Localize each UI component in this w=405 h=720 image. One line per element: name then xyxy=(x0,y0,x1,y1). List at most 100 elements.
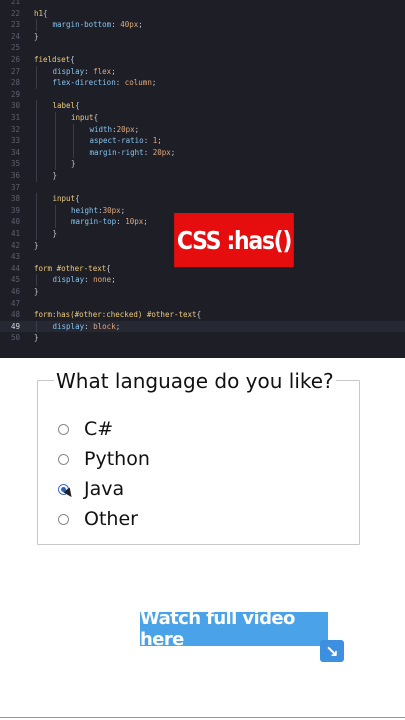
code-line: 49 display: block; xyxy=(0,320,405,333)
code-line: 23 margin-bottom: 40px; xyxy=(0,19,405,31)
line-number: 28 xyxy=(10,78,20,88)
code-token: ; xyxy=(111,275,116,285)
code-token: display xyxy=(52,275,85,285)
code-token: : xyxy=(115,78,125,88)
code-line: 26 fieldset{ xyxy=(0,54,405,66)
code-token: aspect-ratio xyxy=(89,136,144,146)
line-number: 23 xyxy=(10,20,20,30)
code-token: : xyxy=(143,136,153,146)
arrow-down-right-icon: ↘ xyxy=(320,640,344,662)
code-token: } xyxy=(52,171,58,180)
code-token: } xyxy=(34,333,39,343)
code-token: height xyxy=(71,205,99,215)
code-token: 20px xyxy=(152,147,171,157)
radio-button[interactable] xyxy=(58,483,75,499)
code-token: none xyxy=(93,275,112,285)
code-token: 10px xyxy=(125,217,144,227)
line-number: 47 xyxy=(10,298,20,308)
code-line: 47 xyxy=(0,298,405,310)
option-other[interactable]: Other xyxy=(58,507,138,531)
code-token: input xyxy=(52,194,76,204)
code-text: } xyxy=(53,228,58,240)
mouse-cursor-icon xyxy=(63,487,75,499)
code-text: margin-top: 10px; xyxy=(71,216,148,228)
line-number: 40 xyxy=(10,217,20,227)
code-line: 37 xyxy=(0,182,405,194)
code-text: margin-bottom: 40px; xyxy=(53,19,143,31)
code-text: fieldset{ xyxy=(34,54,75,66)
line-number: 45 xyxy=(10,275,20,285)
code-token: 30px xyxy=(102,205,121,215)
code-token: { xyxy=(196,310,202,320)
code-line: 36} xyxy=(0,170,405,182)
code-token: : xyxy=(84,275,94,285)
code-text: width:20px; xyxy=(90,124,140,136)
line-number: 32 xyxy=(10,124,20,134)
code-token: ; xyxy=(151,78,157,88)
code-text: } xyxy=(71,158,76,170)
code-token: margin-bottom xyxy=(52,20,112,30)
option-python[interactable]: Python xyxy=(58,447,150,471)
code-token: } xyxy=(52,229,58,238)
divider xyxy=(0,717,405,718)
code-line: 22 h1{ xyxy=(0,8,405,20)
radio-button[interactable] xyxy=(58,513,69,525)
option-java[interactable]: Java xyxy=(58,477,124,501)
code-text: height:30px; xyxy=(71,205,125,217)
line-number: 30 xyxy=(10,101,20,111)
line-number: 37 xyxy=(10,182,20,192)
form-demo: What language do you like? C# Python Java O… xyxy=(0,358,405,720)
indent-guide xyxy=(36,135,37,147)
code-token: form:has(#other:checked) #other-text xyxy=(34,310,197,320)
code-text: } xyxy=(34,286,39,298)
code-token: margin-right xyxy=(89,147,144,157)
line-number: 39 xyxy=(10,205,20,215)
code-line: 30 label{ xyxy=(0,100,405,112)
line-number: 26 xyxy=(10,55,20,64)
code-token: : xyxy=(116,217,126,227)
line-number: 46 xyxy=(10,287,20,296)
code-token: form #other-text xyxy=(34,263,107,273)
code-token: { xyxy=(70,55,75,64)
code-token: } xyxy=(34,240,39,250)
radio-button[interactable] xyxy=(58,453,69,465)
indent-guide xyxy=(73,123,74,136)
code-token: input xyxy=(71,113,94,122)
radio-button[interactable] xyxy=(58,423,69,435)
code-line: 33 aspect-ratio: 1; xyxy=(0,135,405,147)
line-number: 43 xyxy=(10,252,20,262)
indent-guide xyxy=(73,135,74,147)
code-token: width xyxy=(89,124,113,134)
line-number: 38 xyxy=(10,194,20,204)
code-text: input{ xyxy=(71,112,98,124)
option-ccsharp[interactable]: C# xyxy=(58,417,113,441)
code-text: h1{ xyxy=(34,8,48,20)
indent-guide xyxy=(36,193,37,205)
line-number: 41 xyxy=(10,229,20,238)
code-text: input{ xyxy=(53,193,80,205)
code-token: margin-top xyxy=(71,217,117,227)
code-token: ; xyxy=(134,124,140,134)
code-token: display xyxy=(52,66,85,76)
code-text: display: none; xyxy=(53,274,116,286)
code-token: } xyxy=(34,31,39,41)
code-text: display: block; xyxy=(53,321,121,333)
indent-guide xyxy=(36,123,37,136)
indent-guide xyxy=(36,100,37,112)
code-text: flex-direction: column; xyxy=(53,77,157,89)
indent-guide xyxy=(36,146,37,159)
code-text: form:has(#other:checked) #other-text{ xyxy=(34,309,201,321)
code-line: 48 form:has(#other:checked) #other-text{ xyxy=(0,309,405,321)
code-text: } xyxy=(34,240,39,252)
indent-guide xyxy=(36,204,37,217)
indent-guide xyxy=(54,146,56,159)
code-token: : xyxy=(111,20,121,30)
watch-video-button[interactable]: Watch full video here xyxy=(140,608,328,650)
code-editor[interactable]: 21 22 h1{23 margin-bottom: 40px; 24} 25 26 fiel… xyxy=(0,0,405,358)
code-token: ; xyxy=(143,217,148,227)
indent-guide xyxy=(54,123,56,136)
code-line: 27 display: flex; xyxy=(0,66,405,78)
option-label: C# xyxy=(84,418,114,440)
code-token: ; xyxy=(170,147,176,157)
line-number: 49 xyxy=(10,321,20,331)
